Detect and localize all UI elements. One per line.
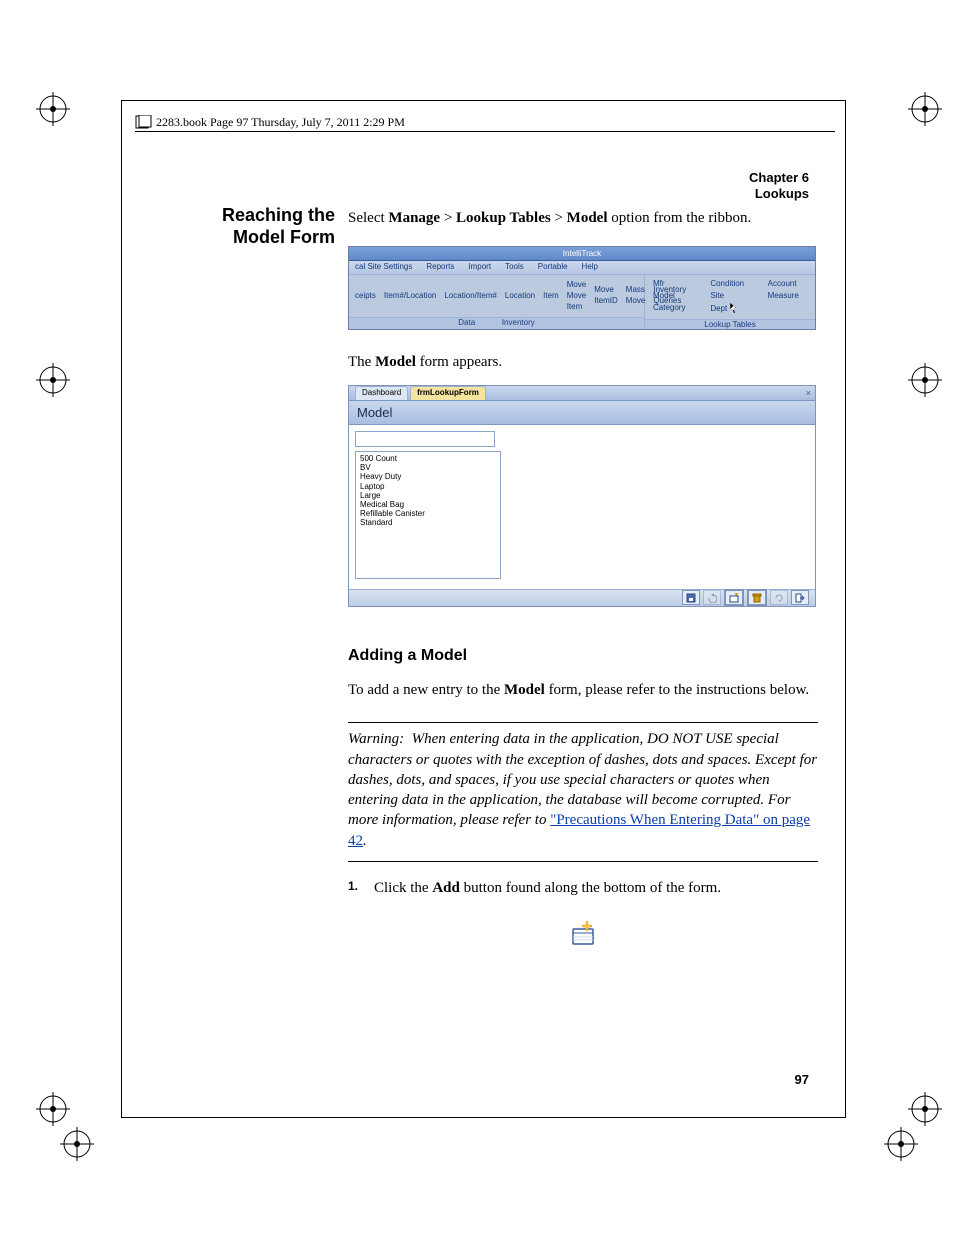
- lookup-condition[interactable]: Condition: [710, 279, 749, 291]
- model-form-screenshot: Dashboard frmLookupForm × Model 500 Coun…: [348, 385, 816, 607]
- ribbon-group-label: Data: [458, 318, 475, 327]
- undo-icon[interactable]: [703, 590, 721, 605]
- page-number: 97: [795, 1072, 809, 1087]
- crop-mark: [884, 1127, 918, 1161]
- step-1: 1. Click the Add button found along the …: [348, 878, 818, 898]
- add-button-illustration: [569, 920, 597, 948]
- section-sidebar-title: Reaching the Model Form: [195, 205, 335, 248]
- model-listbox[interactable]: 500 Count BV Heavy Duty Laptop Large Med…: [355, 451, 501, 579]
- tab-dashboard[interactable]: Dashboard: [355, 386, 408, 400]
- list-item[interactable]: Refillable Canister: [360, 509, 496, 518]
- save-icon[interactable]: [682, 590, 700, 605]
- list-item[interactable]: Standard: [360, 518, 496, 527]
- ribbon-group-label: Inventory: [502, 318, 535, 327]
- refresh-icon[interactable]: [770, 590, 788, 605]
- ribbon-tab-row: cal Site Settings Reports Import Tools P…: [349, 261, 815, 275]
- ribbon-button[interactable]: Location: [505, 291, 535, 302]
- ribbon-tab[interactable]: Portable: [538, 262, 568, 273]
- ribbon-button[interactable]: Location/Item#: [444, 291, 496, 302]
- crop-mark: [36, 363, 70, 397]
- book-header-text: 2283.book Page 97 Thursday, July 7, 2011…: [156, 115, 405, 129]
- lookup-site[interactable]: Site: [710, 291, 749, 303]
- app-title: IntelliTrack: [349, 247, 815, 261]
- list-item[interactable]: Large: [360, 491, 496, 500]
- lookup-model[interactable]: Model: [653, 291, 692, 303]
- model-name-input[interactable]: [355, 431, 495, 447]
- crop-mark: [36, 92, 70, 126]
- ribbon-button[interactable]: ceipts: [355, 291, 376, 302]
- section-heading: Adding a Model: [348, 645, 818, 667]
- lookup-mfr[interactable]: Mfr: [653, 279, 692, 291]
- chapter-header: Chapter 6 Lookups: [749, 170, 809, 201]
- form-title: Model: [349, 401, 815, 426]
- ribbon-button[interactable]: Item#/Location: [384, 291, 436, 302]
- warning-label: Warning:: [348, 731, 404, 747]
- lookup-dept[interactable]: Dept: [710, 303, 749, 315]
- exit-icon[interactable]: [791, 590, 809, 605]
- form-toolbar: [349, 589, 815, 606]
- ribbon-button[interactable]: Move ItemID: [594, 285, 618, 307]
- add-icon[interactable]: [724, 589, 744, 606]
- appears-paragraph: The Model form appears.: [348, 352, 818, 372]
- ribbon-group-label: Lookup Tables: [645, 319, 815, 331]
- ribbon-button[interactable]: Item: [543, 291, 559, 302]
- delete-icon[interactable]: [747, 589, 767, 606]
- ribbon-button[interactable]: Move Move Item: [567, 280, 587, 312]
- lookup-measure[interactable]: Measure: [768, 291, 807, 303]
- list-item[interactable]: Laptop: [360, 482, 496, 491]
- ribbon-button[interactable]: Mass Move: [626, 285, 646, 307]
- book-running-header: 2283.book Page 97 Thursday, July 7, 2011…: [135, 115, 405, 130]
- add-intro-paragraph: To add a new entry to the Model form, pl…: [348, 680, 818, 700]
- ribbon-tab[interactable]: Import: [468, 262, 491, 273]
- list-item[interactable]: 500 Count: [360, 454, 496, 463]
- lookup-category[interactable]: Category: [653, 303, 692, 315]
- crop-mark: [36, 1092, 70, 1126]
- chapter-number: Chapter 6: [749, 170, 809, 186]
- ribbon-tab[interactable]: Tools: [505, 262, 524, 273]
- warning-box: Warning: When entering data in the appli…: [348, 722, 818, 862]
- ribbon-tab[interactable]: cal Site Settings: [355, 262, 412, 273]
- crop-mark: [908, 1092, 942, 1126]
- ribbon-tab[interactable]: Reports: [426, 262, 454, 273]
- list-item[interactable]: BV: [360, 463, 496, 472]
- ribbon-tab[interactable]: Help: [582, 262, 598, 273]
- crop-mark: [908, 92, 942, 126]
- list-item[interactable]: Medical Bag: [360, 500, 496, 509]
- chapter-title: Lookups: [749, 186, 809, 202]
- ribbon-screenshot: IntelliTrack cal Site Settings Reports I…: [348, 246, 816, 330]
- list-item[interactable]: Heavy Duty: [360, 472, 496, 481]
- intro-paragraph: Select Manage > Lookup Tables > Model op…: [348, 208, 818, 228]
- crop-mark: [908, 363, 942, 397]
- tab-lookup-form[interactable]: frmLookupForm: [410, 386, 486, 400]
- crop-mark: [60, 1127, 94, 1161]
- lookup-account[interactable]: Account: [768, 279, 807, 291]
- step-number: 1.: [348, 878, 364, 898]
- close-icon[interactable]: ×: [806, 387, 811, 399]
